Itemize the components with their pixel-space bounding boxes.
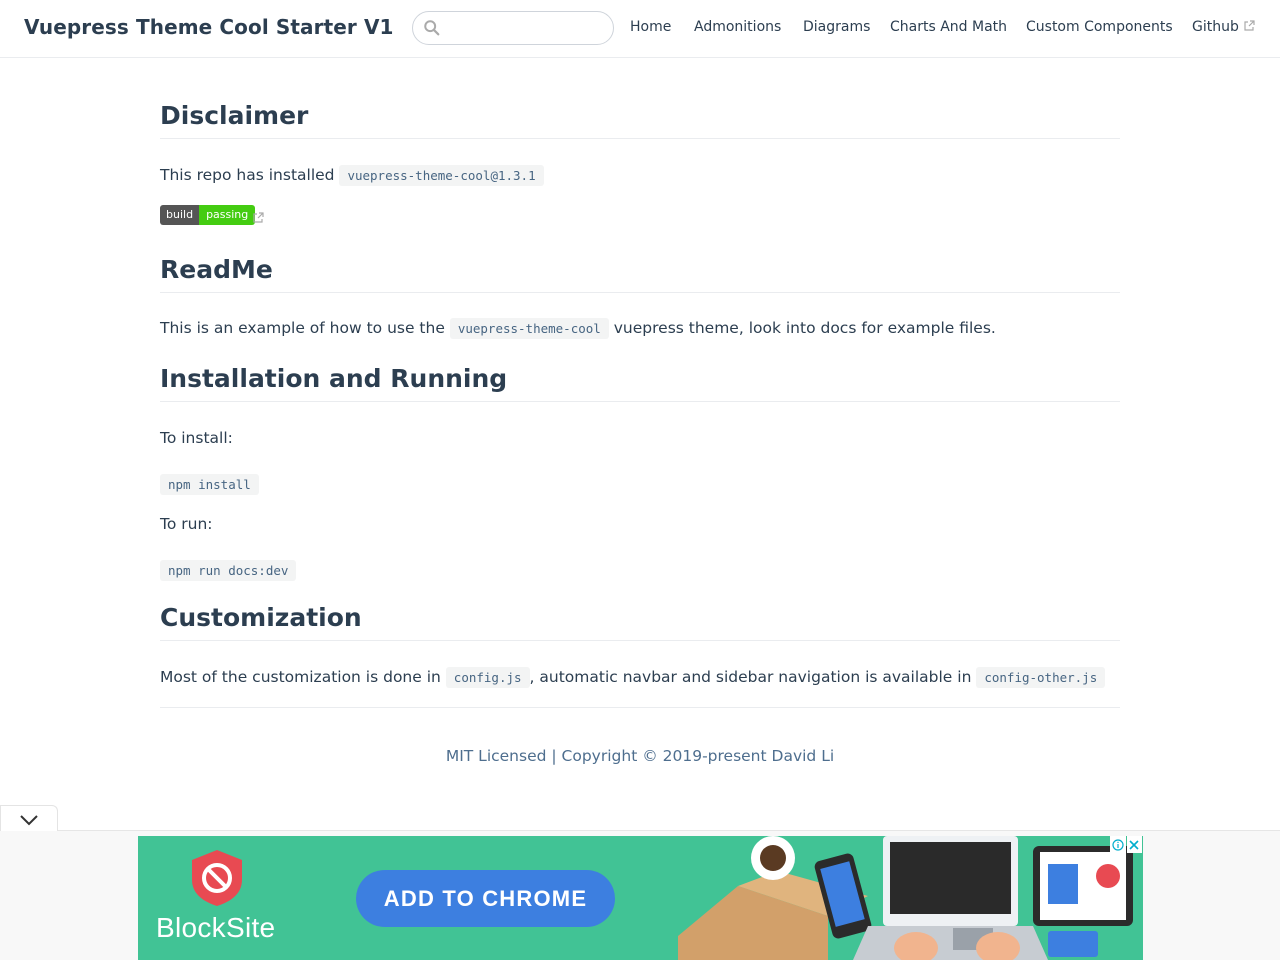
heading-readme: ReadMe bbox=[160, 255, 1120, 293]
nav-link-github[interactable]: Github bbox=[1192, 19, 1239, 35]
heading-disclaimer: Disclaimer bbox=[160, 101, 1120, 139]
install-label: To install: bbox=[160, 429, 233, 447]
run-code: npm run docs:dev bbox=[160, 560, 297, 581]
external-link-icon bbox=[253, 212, 264, 223]
ad-collapse-button[interactable] bbox=[0, 805, 58, 831]
ad-illustration bbox=[678, 836, 1133, 960]
readme-text-before: This is an example of how to use the bbox=[160, 319, 445, 337]
run-label: To run: bbox=[160, 515, 213, 533]
ad-banner[interactable]: BlockSite ADD TO CHROME bbox=[138, 836, 1143, 960]
blocksite-shield-icon bbox=[192, 850, 242, 906]
config-other-code: config-other.js bbox=[976, 667, 1106, 688]
heading-customization: Customization bbox=[160, 603, 1120, 641]
external-link-icon bbox=[1244, 20, 1255, 31]
config-code: config.js bbox=[445, 667, 530, 688]
search-icon bbox=[424, 20, 440, 36]
footer: MIT Licensed | Copyright © 2019-present … bbox=[445, 747, 835, 765]
add-to-chrome-button[interactable]: ADD TO CHROME bbox=[356, 870, 615, 927]
content-divider bbox=[160, 707, 1120, 708]
install-code: npm install bbox=[160, 474, 259, 495]
navbar: Vuepress Theme Cool Starter V1 Home Admo… bbox=[0, 0, 1280, 58]
disclaimer-text: This repo has installed bbox=[160, 166, 335, 184]
search-box[interactable] bbox=[412, 11, 614, 45]
disclaimer-code: vuepress-theme-cool@1.3.1 bbox=[339, 165, 544, 186]
nav-link-github-wrap[interactable]: Github bbox=[1192, 19, 1255, 35]
badge-status: passing bbox=[199, 205, 256, 225]
close-icon bbox=[1129, 839, 1139, 850]
readme-text-after: vuepress theme, look into docs for examp… bbox=[613, 319, 996, 337]
badge-label: build bbox=[160, 205, 200, 225]
nav-link-diagrams[interactable]: Diagrams bbox=[803, 19, 870, 35]
customization-text-before: Most of the customization is done in bbox=[160, 668, 441, 686]
chevron-down-icon bbox=[20, 815, 38, 826]
search-input[interactable] bbox=[447, 16, 607, 40]
install-command: npm install bbox=[160, 474, 259, 495]
nav-link-home[interactable]: Home bbox=[630, 19, 671, 35]
ad-close-button[interactable] bbox=[1126, 836, 1142, 853]
info-icon bbox=[1112, 838, 1124, 851]
nav-link-charts-and-math[interactable]: Charts And Math bbox=[890, 19, 1007, 35]
disclaimer-paragraph: This repo has installed vuepress-theme-c… bbox=[160, 165, 544, 186]
customization-paragraph: Most of the customization is done in con… bbox=[160, 667, 1106, 688]
ad-controls bbox=[1110, 836, 1143, 853]
readme-code: vuepress-theme-cool bbox=[449, 318, 609, 339]
customization-text-middle: , automatic navbar and sidebar navigatio… bbox=[529, 668, 972, 686]
build-badge[interactable]: build passing bbox=[160, 205, 256, 225]
ad-info-button[interactable] bbox=[1110, 836, 1126, 853]
nav-link-custom-components[interactable]: Custom Components bbox=[1026, 19, 1173, 35]
nav-link-admonitions[interactable]: Admonitions bbox=[694, 19, 781, 35]
readme-paragraph: This is an example of how to use the vue… bbox=[160, 318, 996, 339]
run-command: npm run docs:dev bbox=[160, 560, 297, 581]
site-title[interactable]: Vuepress Theme Cool Starter V1 bbox=[24, 15, 394, 39]
heading-installation: Installation and Running bbox=[160, 364, 1120, 402]
ad-brand: BlockSite bbox=[156, 912, 276, 943]
